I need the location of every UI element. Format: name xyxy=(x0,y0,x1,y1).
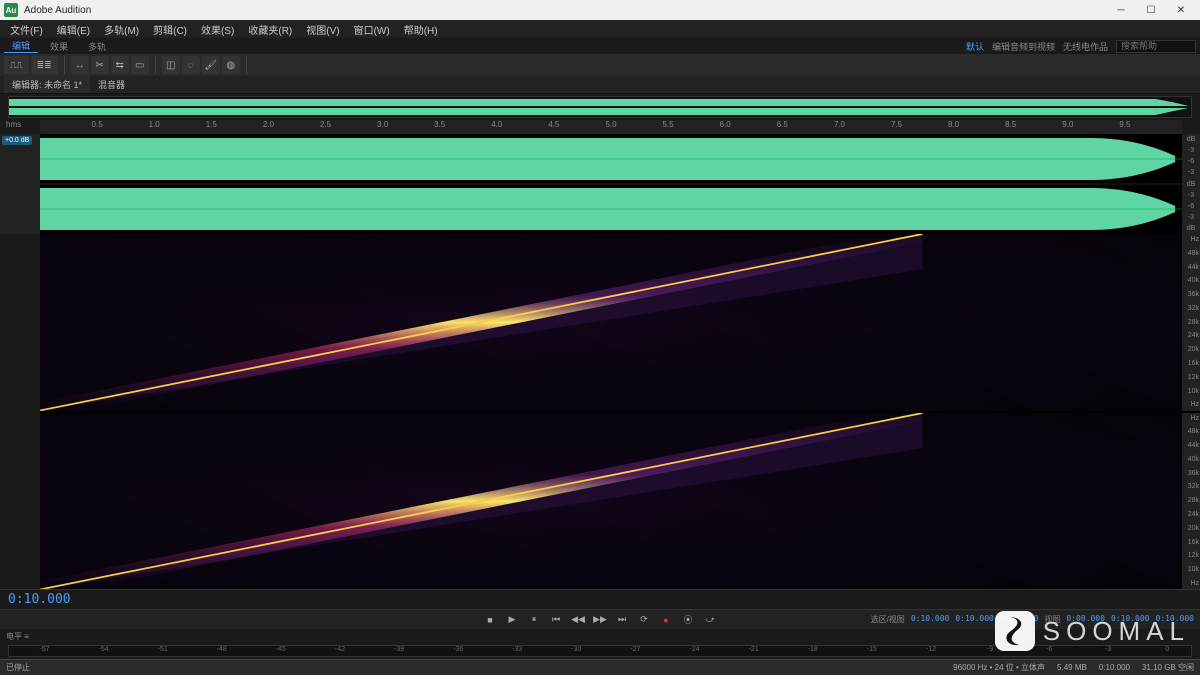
workspace-tab-effects[interactable]: 效果 xyxy=(42,40,76,53)
menu-edit[interactable]: 编辑(E) xyxy=(51,22,96,37)
levels-panel: 电平 ≡ xyxy=(0,629,1200,643)
menu-window[interactable]: 窗口(W) xyxy=(348,22,396,37)
tool-multitrack-button[interactable]: ≣≣ xyxy=(31,56,58,74)
spectrogram-left[interactable]: Hz48k44k40k36k32k28k24k20k16k12k10kHz xyxy=(40,234,1200,411)
panel-tab-editor[interactable]: 编辑器: 未命名 1* xyxy=(4,76,90,93)
gain-badge[interactable]: +0.0 dB xyxy=(2,136,32,145)
timeline-ruler[interactable]: 0.5 1.0 1.5 2.0 2.5 3.0 3.5 4.0 4.5 5.0 … xyxy=(40,120,1182,134)
ruler-unit-label: hms xyxy=(6,120,21,129)
amplitude-scale: dB-3-6-3dB-3-6-3dB xyxy=(1182,134,1200,234)
skip-selection-button[interactable]: ⤻ xyxy=(702,612,718,628)
level-meter[interactable]: -57 -54 -51 -48 -45 -42 -39 -36 -33 -30 … xyxy=(8,645,1192,657)
menu-bar: 文件(F) 编辑(E) 多轨(M) 剪辑(C) 效果(S) 收藏夹(R) 视图(… xyxy=(0,20,1200,38)
rewind-button[interactable]: ◀◀ xyxy=(570,612,586,628)
status-duration: 0:10.000 xyxy=(1099,663,1130,672)
window-maximize-button[interactable]: ☐ xyxy=(1136,1,1166,19)
menu-view[interactable]: 视图(V) xyxy=(300,22,345,37)
overview-waveform[interactable] xyxy=(8,96,1192,118)
menu-help[interactable]: 帮助(H) xyxy=(398,22,444,37)
workspace-link-default[interactable]: 默认 xyxy=(966,40,984,53)
workspace-link-audio-video[interactable]: 编辑音频到视频 xyxy=(992,40,1055,53)
slip-tool-icon[interactable]: ⇆ xyxy=(111,56,129,74)
editor-area: +0.0 dB dB-3-6-3dB-3-6-3dB xyxy=(0,134,1200,589)
window-title: Adobe Audition xyxy=(24,5,1106,16)
brush-tool-icon[interactable]: 🖌 xyxy=(202,56,220,74)
record-button[interactable]: ● xyxy=(658,612,674,628)
workspace-link-radio[interactable]: 无线电作品 xyxy=(1063,40,1108,53)
window-close-button[interactable]: ✕ xyxy=(1166,1,1196,19)
workspace-tab-multitrack[interactable]: 多轨 xyxy=(80,40,114,53)
tool-waveform-button[interactable]: ⎍⎍ xyxy=(4,56,29,74)
stop-button[interactable]: ■ xyxy=(482,612,498,628)
menu-favorites[interactable]: 收藏夹(R) xyxy=(242,22,298,37)
spot-heal-tool-icon[interactable]: ◍ xyxy=(222,56,240,74)
skip-start-button[interactable]: ⏮ xyxy=(548,612,564,628)
timecode-display[interactable]: 0:10.000 xyxy=(8,592,71,607)
menu-effects[interactable]: 效果(S) xyxy=(195,22,240,37)
play-button[interactable]: ▶ xyxy=(504,612,520,628)
spectro-gutter xyxy=(0,234,40,589)
help-search-input[interactable] xyxy=(1116,40,1196,53)
channel-strip: +0.0 dB xyxy=(0,134,40,234)
main-toolbar: ⎍⎍ ≣≣ ↔ ✂ ⇆ ▭ ◫ ◌ 🖌 ◍ xyxy=(0,54,1200,76)
marquee-tool-icon[interactable]: ◫ xyxy=(162,56,180,74)
panel-tab-bar: 编辑器: 未命名 1* 混音器 xyxy=(0,76,1200,94)
levels-label: 电平 ≡ xyxy=(6,631,29,642)
pause-button[interactable]: ⏸ xyxy=(526,612,542,628)
panel-tab-mixer[interactable]: 混音器 xyxy=(90,76,133,93)
status-format: 96000 Hz • 24 位 • 立体声 xyxy=(953,662,1045,673)
frequency-scale-left: Hz48k44k40k36k32k28k24k20k16k12k10kHz xyxy=(1182,234,1200,411)
timecode-bar: 0:10.000 xyxy=(0,589,1200,609)
menu-multitrack[interactable]: 多轨(M) xyxy=(98,22,145,37)
punch-button[interactable]: ⦿ xyxy=(680,612,696,628)
app-icon: Au xyxy=(4,3,18,17)
title-bar: Au Adobe Audition ─ ☐ ✕ xyxy=(0,0,1200,20)
status-state: 已停止 xyxy=(6,662,30,673)
loop-button[interactable]: ⟳ xyxy=(636,612,652,628)
spectrogram-right[interactable]: Hz48k44k40k36k32k28k24k20k16k12k10kHz xyxy=(40,413,1200,590)
time-select-tool-icon[interactable]: ▭ xyxy=(131,56,149,74)
menu-file[interactable]: 文件(F) xyxy=(4,22,49,37)
status-size: 5.49 MB xyxy=(1057,663,1087,672)
status-bar: 已停止 96000 Hz • 24 位 • 立体声 5.49 MB 0:10.0… xyxy=(0,659,1200,675)
selection-readout: 选区/视图 0:10.000 0:10.000 0:00.000 视图 0:00… xyxy=(871,614,1194,625)
lasso-tool-icon[interactable]: ◌ xyxy=(182,56,200,74)
skip-end-button[interactable]: ⏭ xyxy=(614,612,630,628)
workspace-tab-edit[interactable]: 编辑 xyxy=(4,39,38,53)
menu-clip[interactable]: 剪辑(C) xyxy=(147,22,193,37)
transport-bar: ■ ▶ ⏸ ⏮ ◀◀ ▶▶ ⏭ ⟳ ● ⦿ ⤻ 选区/视图 0:10.000 0… xyxy=(0,609,1200,629)
frequency-scale-right: Hz48k44k40k36k32k28k24k20k16k12k10kHz xyxy=(1182,413,1200,590)
razor-tool-icon[interactable]: ✂ xyxy=(91,56,109,74)
workspace-bar: 编辑 效果 多轨 默认 编辑音频到视频 无线电作品 xyxy=(0,38,1200,54)
move-tool-icon[interactable]: ↔ xyxy=(71,56,89,74)
window-minimize-button[interactable]: ─ xyxy=(1106,1,1136,19)
status-disk: 31.10 GB 空闲 xyxy=(1142,662,1194,673)
fast-forward-button[interactable]: ▶▶ xyxy=(592,612,608,628)
waveform-display[interactable]: +0.0 dB dB-3-6-3dB-3-6-3dB xyxy=(0,134,1200,234)
